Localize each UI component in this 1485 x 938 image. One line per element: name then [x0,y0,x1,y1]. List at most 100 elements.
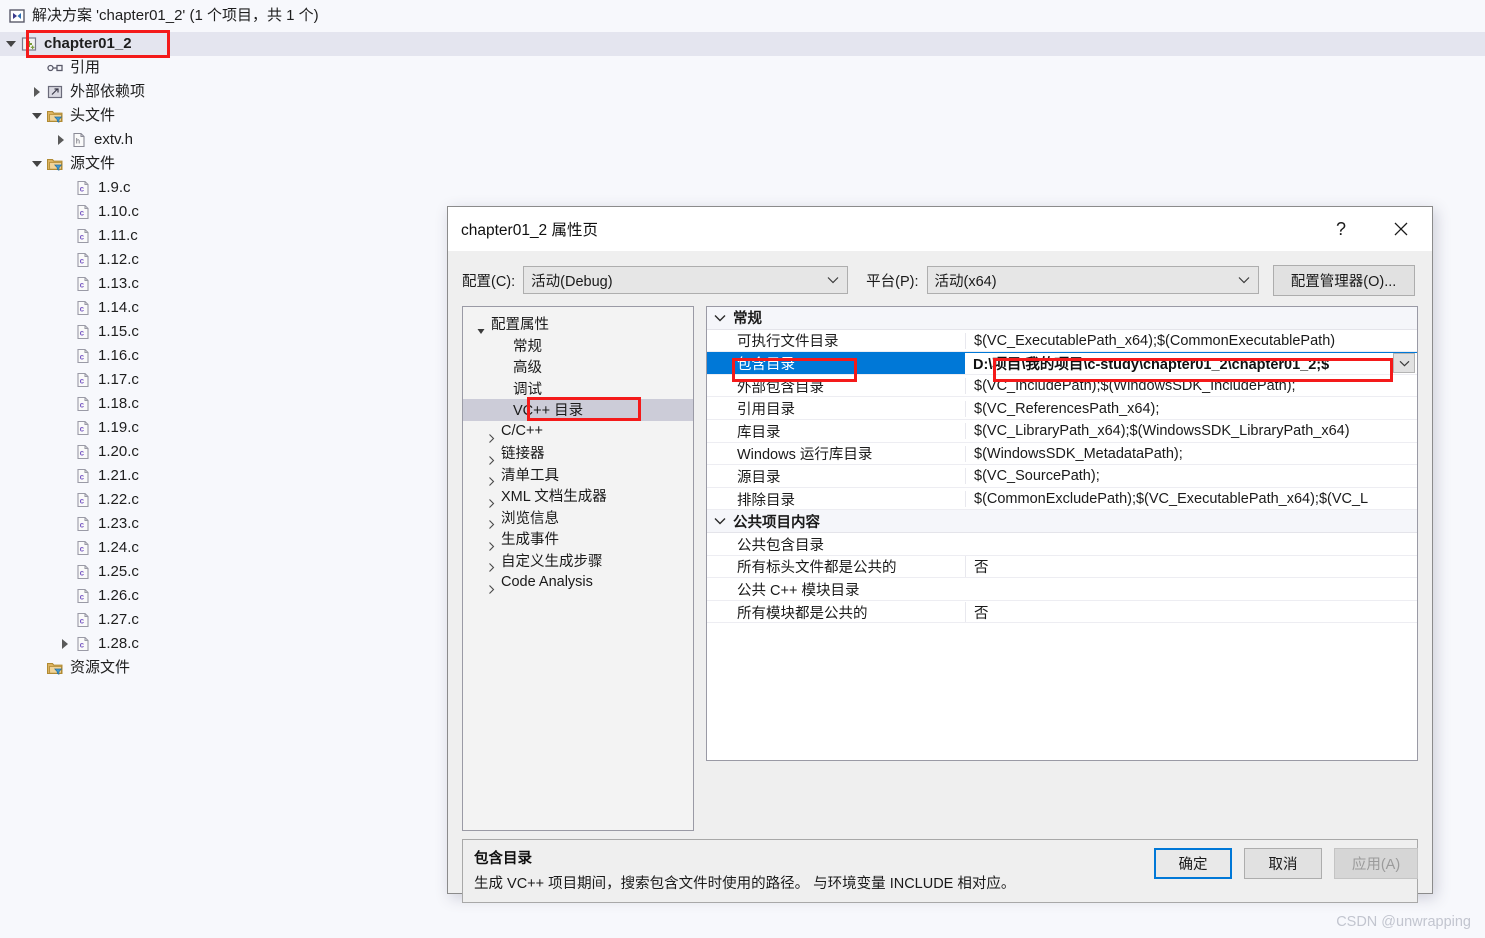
dialog-title: chapter01_2 属性页 [461,222,598,239]
tree-item-1.9.c[interactable]: c 1.9.c [0,176,131,200]
tree-item-label: 1.25.c [98,563,139,580]
property-value[interactable]: 否 [965,556,1417,578]
apply-button[interactable]: 应用(A) [1334,848,1418,879]
tree-item-[interactable]: 外部依赖项 [0,80,145,104]
help-icon[interactable]: ? [1318,207,1364,251]
c-file-icon: c [74,347,92,365]
property-value[interactable]: $(VC_ExecutablePath_x64);$(CommonExecuta… [965,332,1417,349]
property-value[interactable]: D:\项目\我的项目\c-study\chapter01_2\chapter01… [965,352,1417,374]
property-row[interactable]: 引用目录 $(VC_ReferencesPath_x64); [707,397,1417,420]
tree-item-1.23.c[interactable]: c 1.23.c [0,512,139,536]
tree-item-label: 1.16.c [98,347,139,364]
configuration-manager-button[interactable]: 配置管理器(O)... [1272,264,1415,296]
tree-item-label: 源文件 [70,155,116,172]
ok-button[interactable]: 确定 [1154,848,1232,879]
property-row[interactable]: 外部包含目录 $(VC_IncludePath);$(WindowsSDK_Inc… [707,375,1417,398]
nav-item-i0[interactable]: 配置属性 [463,313,693,335]
tree-item-label: 资源文件 [70,659,131,676]
property-value[interactable]: 否 [965,601,1417,623]
tree-item-1.14.c[interactable]: c 1.14.c [0,296,139,320]
property-value[interactable]: $(VC_ReferencesPath_x64); [965,400,1417,417]
tree-item-1.13.c[interactable]: c 1.13.c [0,272,139,296]
chevron-right-icon[interactable] [54,133,68,147]
c-file-icon: c [74,275,92,293]
solution-header-row[interactable]: 解决方案 'chapter01_2' (1 个项目，共 1 个) [8,4,319,28]
property-row[interactable]: 公共 C++ 模块目录 [707,578,1417,601]
nav-item-C/C++[interactable]: C/C++ [463,421,693,444]
property-row[interactable]: 库目录 $(VC_LibraryPath_x64);$(WindowsSDK_Li… [707,420,1417,443]
expander-placeholder [58,421,72,435]
property-row[interactable]: 公共包含目录 [707,533,1417,556]
property-value[interactable]: $(VC_SourcePath); [965,468,1417,485]
chevron-right-icon[interactable] [30,85,44,99]
nav-item-label: 常规 [513,338,542,355]
svg-text:c: c [80,184,85,193]
tree-item-[interactable]: 资源文件 [0,656,130,680]
tree-item-label: 1.24.c [98,539,139,556]
tree-item-1.18.c[interactable]: c 1.18.c [0,392,139,416]
configuration-select[interactable]: 活动(Debug) [523,266,849,294]
property-category-row[interactable]: 公共项目内容 [707,510,1417,533]
tree-item-1.16.c[interactable]: c 1.16.c [0,344,139,368]
expander-placeholder [58,517,72,531]
property-value-dropdown-button[interactable] [1393,353,1415,374]
property-value[interactable]: $(WindowsSDK_MetadataPath); [965,445,1417,462]
tree-item-1.15.c[interactable]: c 1.15.c [0,320,139,344]
tree-item-extv.h[interactable]: h extv.h [0,128,133,152]
tree-item-1.21.c[interactable]: c 1.21.c [0,464,139,488]
property-value[interactable]: $(VC_LibraryPath_x64);$(WindowsSDK_Libra… [965,423,1417,440]
tree-item-1.24.c[interactable]: c 1.24.c [0,536,139,560]
tree-item-1.10.c[interactable]: c 1.10.c [0,200,139,224]
tree-item-[interactable]: 引用 [0,56,100,80]
nav-item-i3[interactable]: 调试 [463,378,693,400]
tree-item-1.25.c[interactable]: c 1.25.c [0,560,139,584]
chevron-right-icon[interactable] [58,637,72,651]
tree-item-1.17.c[interactable]: c 1.17.c [0,368,139,392]
property-name: 外部包含目录 [737,379,824,396]
chevron-down-icon[interactable] [4,37,18,51]
tree-item-label: 1.23.c [98,515,139,532]
nav-item-i1[interactable]: 常规 [463,335,693,357]
platform-select[interactable]: 活动(x64) [926,266,1259,294]
svg-text:c: c [80,328,85,337]
property-row[interactable]: 排除目录 $(CommonExcludePath);$(VC_Executable… [707,488,1417,511]
settings-nav-tree[interactable]: 配置属性 常规 高级 调试 VC++ 目录 C/C++ 链接器 清单工具 XML 文档生成器 浏览… [462,306,694,831]
cancel-button[interactable]: 取消 [1244,848,1322,879]
tree-item-[interactable]: 头文件 [0,104,115,128]
chevron-down-icon[interactable] [30,157,44,171]
tree-item-[interactable]: 源文件 [0,152,115,176]
property-row[interactable]: 源目录 $(VC_SourcePath); [707,465,1417,488]
dialog-footer: 确定 取消 应用(A) [1154,848,1418,879]
property-row[interactable]: 可执行文件目录 $(VC_ExecutablePath_x64);$(Common… [707,330,1417,353]
property-category-row[interactable]: 常规 [707,307,1417,330]
property-name: 公共 C++ 模块目录 [737,582,860,599]
tree-item-1.11.c[interactable]: c 1.11.c [0,224,138,248]
nav-item-label: VC++ 目录 [513,403,584,420]
tree-item-1.20.c[interactable]: c 1.20.c [0,440,139,464]
tree-item-1.27.c[interactable]: c 1.27.c [0,608,139,632]
close-icon[interactable] [1378,207,1424,251]
tree-item-1.12.c[interactable]: c 1.12.c [0,248,139,272]
tree-item-1.26.c[interactable]: c 1.26.c [0,584,139,608]
property-row[interactable]: 所有标头文件都是公共的 否 [707,556,1417,579]
tree-item-chapter01_2[interactable]: chapter01_2 [0,32,1485,56]
tree-item-label: 1.10.c [98,203,139,220]
property-row[interactable]: Windows 运行库目录 $(WindowsSDK_MetadataPath); [707,443,1417,466]
chevron-down-icon[interactable] [707,314,733,322]
property-value[interactable]: $(VC_IncludePath);$(WindowsSDK_IncludePa… [965,378,1417,395]
svg-text:h: h [76,138,80,145]
tree-item-label: 1.9.c [98,179,131,196]
property-value[interactable]: $(CommonExcludePath);$(VC_ExecutablePath… [965,491,1417,508]
chevron-down-icon[interactable] [707,517,733,525]
property-grid[interactable]: 常规 可执行文件目录 $(VC_ExecutablePath_x64);$(Comm… [706,306,1418,761]
chevron-down-icon[interactable] [30,109,44,123]
expander-placeholder [58,349,72,363]
tree-item-1.19.c[interactable]: c 1.19.c [0,416,139,440]
tree-item-1.22.c[interactable]: c 1.22.c [0,488,139,512]
configuration-bar: 配置(C): 活动(Debug) 平台(P): 活动(x64) 配置管理器(O)… [462,258,1418,302]
tree-item-1.28.c[interactable]: c 1.28.c [0,632,139,656]
property-row[interactable]: 包含目录 D:\项目\我的项目\c-study\chapter01_2\chapt… [707,352,1417,375]
nav-item-VC++[interactable]: VC++ 目录 [463,399,693,421]
property-row[interactable]: 所有模块都是公共的 否 [707,601,1417,624]
nav-item-i2[interactable]: 高级 [463,356,693,378]
